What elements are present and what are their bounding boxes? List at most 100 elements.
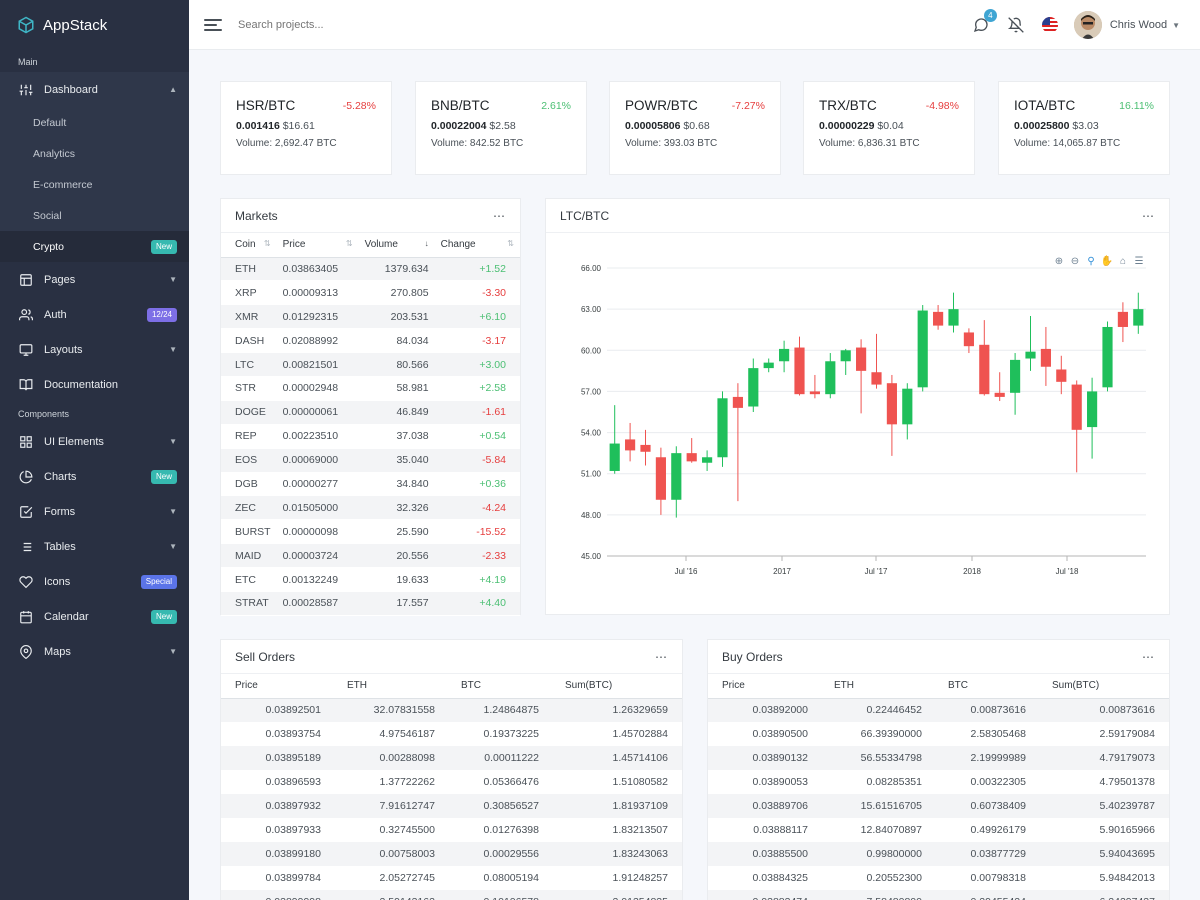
column-header-change[interactable]: Change ⇅: [434, 233, 520, 258]
btc-cell: 0.30856527: [449, 794, 553, 818]
table-row[interactable]: XMR 0.01292315 203.531 +6.10: [221, 304, 520, 330]
table-row[interactable]: LTC 0.00821501 80.566 +3.00: [221, 352, 520, 377]
price-cell: 0.03895189: [221, 746, 335, 770]
table-row[interactable]: ETH 0.03863405 1379.634 +1.52: [221, 257, 520, 282]
sidebar-subitem-ecommerce[interactable]: E-commerce: [0, 169, 189, 200]
table-row[interactable]: 0.03896593 1.37722262 0.05366476 1.51080582: [221, 770, 682, 794]
sidebar-item-documentation[interactable]: Documentation: [0, 367, 189, 402]
candle-body: [979, 344, 990, 395]
table-row[interactable]: 0.03895189 0.00288098 0.00011222 1.45714106: [221, 746, 682, 770]
table-row[interactable]: STRAT 0.00028587 17.557 +4.40: [221, 591, 520, 616]
btc-cell: 0.10106578: [449, 890, 553, 900]
table-row[interactable]: 0.03884325 0.20552300 0.00798318 5.94842013: [708, 866, 1169, 890]
chevron-down-icon: ▼: [169, 275, 177, 284]
table-row[interactable]: REP 0.00223510 37.038 +0.54: [221, 424, 520, 449]
more-horizontal-icon[interactable]: ⋯: [655, 650, 668, 664]
user-name[interactable]: Chris Wood: [1110, 19, 1167, 31]
change-cell: -4.24: [434, 495, 520, 521]
volume-cell: 20.556: [358, 543, 435, 569]
brand[interactable]: AppStack: [0, 0, 189, 50]
chevron-down-icon[interactable]: ▼: [1172, 21, 1180, 30]
volume-cell: 19.633: [358, 567, 435, 592]
table-row[interactable]: DASH 0.02088992 84.034 -3.17: [221, 328, 520, 354]
column-header[interactable]: BTC: [449, 674, 553, 699]
table-row[interactable]: 0.03892501 32.07831558 1.24864875 1.2632965…: [221, 698, 682, 722]
candle-body: [840, 350, 851, 362]
volume-cell: 46.849: [358, 400, 435, 425]
sidebar-item-ui-elements[interactable]: UI Elements ▼: [0, 424, 189, 459]
more-horizontal-icon[interactable]: ⋯: [1142, 650, 1155, 664]
candle-body: [948, 309, 959, 326]
table-row[interactable]: 0.03899180 0.00758003 0.00029556 1.83243063: [221, 842, 682, 866]
column-header[interactable]: Sum(BTC): [553, 674, 682, 699]
candle-body: [1102, 326, 1113, 388]
table-row[interactable]: 0.038834747.584808000.294554246.24297437: [708, 890, 1169, 900]
column-header-coin[interactable]: Coin ⇅: [221, 233, 277, 258]
column-header[interactable]: Price: [221, 674, 335, 699]
us-flag-icon[interactable]: [1041, 17, 1058, 33]
sidebar-item-auth[interactable]: Auth 12/24: [0, 297, 189, 332]
sort-icon: ⇅: [345, 239, 353, 249]
column-header-volume[interactable]: Volume ↓: [358, 233, 435, 258]
price-cell: 0.00002948: [276, 376, 359, 401]
column-header[interactable]: Price: [708, 674, 822, 699]
table-row[interactable]: 0.03897933 0.32745500 0.01276398 1.83213507: [221, 818, 682, 842]
table-row[interactable]: 0.03885500 0.99800000 0.03877729 5.94043695: [708, 842, 1169, 866]
change-cell: -1.61: [434, 400, 520, 425]
table-row[interactable]: 0.03897932 7.91612747 0.30856527 1.81937109: [221, 794, 682, 818]
sidebar-subitem-crypto[interactable]: Crypto New: [0, 231, 189, 262]
sidebar-subitem-social[interactable]: Social: [0, 200, 189, 231]
chevron-up-icon: ▲: [169, 85, 177, 94]
table-row[interactable]: XRP 0.00009313 270.805 -3.30: [221, 280, 520, 306]
special-badge: Special: [140, 574, 177, 589]
sidebar-item-icons[interactable]: Icons Special: [0, 564, 189, 599]
table-row[interactable]: MAID 0.00003724 20.556 -2.33: [221, 543, 520, 569]
table-row[interactable]: DOGE 0.00000061 46.849 -1.61: [221, 400, 520, 425]
table-row[interactable]: ZEC 0.01505000 32.326 -4.24: [221, 495, 520, 521]
message-circle-icon[interactable]: 4: [972, 9, 997, 34]
candle-body: [625, 439, 636, 451]
sidebar-item-layouts[interactable]: Layouts ▼: [0, 332, 189, 367]
sort-desc-icon: ↓: [424, 239, 429, 249]
table-row[interactable]: EOS 0.00069000 35.040 -5.84: [221, 448, 520, 473]
search-input[interactable]: [238, 18, 438, 31]
column-header[interactable]: BTC: [936, 674, 1040, 699]
sidebar-item-charts[interactable]: Charts New: [0, 459, 189, 494]
table-row[interactable]: 0.03889706 15.61516705 0.60738409 5.4023978…: [708, 794, 1169, 818]
table-row[interactable]: 0.03890132 56.55334798 2.19999989 4.7917907…: [708, 746, 1169, 770]
more-horizontal-icon[interactable]: ⋯: [493, 209, 506, 223]
sidebar-subitem-default[interactable]: Default: [0, 107, 189, 138]
table-row[interactable]: ETC 0.00132249 19.633 +4.19: [221, 567, 520, 592]
table-row[interactable]: 0.03890500 66.39390000 2.58305468 2.5917908…: [708, 722, 1169, 746]
sidebar-item-maps[interactable]: Maps ▼: [0, 634, 189, 669]
table-row[interactable]: STR 0.00002948 58.981 +2.58: [221, 376, 520, 401]
sidebar-item-pages[interactable]: Pages ▼: [0, 262, 189, 297]
table-row[interactable]: 0.03892000 0.22446452 0.00873616 0.00873616: [708, 698, 1169, 722]
sidebar-item-tables[interactable]: Tables ▼: [0, 529, 189, 564]
sidebar-item-forms[interactable]: Forms ▼: [0, 494, 189, 529]
column-header[interactable]: Sum(BTC): [1040, 674, 1169, 699]
column-header-price[interactable]: Price ⇅: [276, 233, 359, 258]
table-row[interactable]: 0.03893754 4.97546187 0.19373225 1.45702884: [221, 722, 682, 746]
column-header[interactable]: ETH: [335, 674, 449, 699]
table-row[interactable]: 0.038999982.591431620.101065782.01354835: [221, 890, 682, 900]
more-horizontal-icon[interactable]: ⋯: [1142, 209, 1155, 223]
sidebar-subitem-label: Social: [33, 209, 62, 222]
sidebar-subitem-analytics[interactable]: Analytics: [0, 138, 189, 169]
menu-toggle-icon[interactable]: [204, 16, 222, 34]
table-row[interactable]: 0.03890053 0.08285351 0.00322305 4.79501378: [708, 770, 1169, 794]
bell-off-icon[interactable]: [1007, 16, 1025, 34]
table-row[interactable]: BURST 0.00000098 25.590 -15.52: [221, 519, 520, 545]
sidebar-item-calendar[interactable]: Calendar New: [0, 599, 189, 634]
ticker-card: POWR/BTC -7.27% 0.00005806 $0.68 Volume: …: [609, 81, 781, 175]
sidebar-item-dashboard[interactable]: Dashboard ▲: [0, 72, 189, 107]
column-header[interactable]: ETH: [822, 674, 936, 699]
table-row[interactable]: 0.03899784 2.05272745 0.08005194 1.91248257: [221, 866, 682, 890]
table-row[interactable]: DGB 0.00000277 34.840 +0.36: [221, 472, 520, 497]
chevron-down-icon: ▼: [169, 437, 177, 446]
sum-cell: 1.51080582: [612, 776, 668, 788]
table-row[interactable]: 0.03888117 12.84070897 0.49926179 5.9016596…: [708, 818, 1169, 842]
avatar[interactable]: [1073, 11, 1102, 39]
ticker-btc-price: 0.001416: [236, 120, 280, 132]
sidebar-item-label: Maps: [44, 645, 71, 658]
